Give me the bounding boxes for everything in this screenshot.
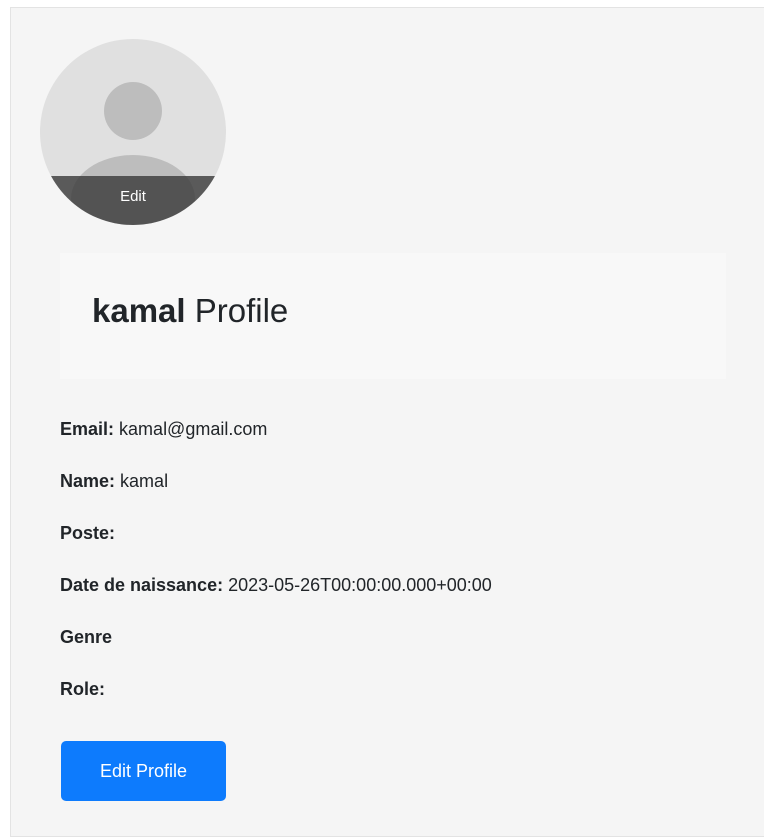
detail-value: 2023-05-26T00:00:00.000+00:00	[228, 575, 492, 595]
profile-header: kamal Profile	[60, 253, 726, 379]
avatar-edit-label: Edit	[120, 188, 146, 205]
avatar-edit-overlay[interactable]: Edit	[40, 176, 226, 225]
detail-poste: Poste:	[60, 522, 115, 544]
detail-value: kamal	[120, 471, 169, 491]
detail-label: Role:	[60, 679, 105, 699]
profile-card: Edit kamal Profile Email: kamal@gmail.co…	[10, 7, 764, 837]
detail-role: Role:	[60, 678, 105, 700]
detail-label: Poste:	[60, 523, 116, 543]
detail-label: Email:	[60, 419, 115, 439]
page-title: kamal Profile	[92, 291, 288, 331]
detail-value: kamal@gmail.com	[119, 419, 268, 439]
detail-genre: Genre	[60, 626, 112, 648]
profile-title-suffix: Profile	[194, 292, 289, 329]
edit-profile-button[interactable]: Edit Profile	[61, 741, 226, 801]
detail-label: Name:	[60, 471, 116, 491]
detail-date-de-naissance: Date de naissance: 2023-05-26T00:00:00.0…	[60, 574, 492, 596]
profile-username: kamal	[92, 292, 186, 329]
detail-label: Genre	[60, 627, 113, 647]
avatar[interactable]: Edit	[40, 39, 226, 225]
detail-label: Date de naissance:	[60, 575, 224, 595]
detail-email: Email: kamal@gmail.com	[60, 418, 267, 440]
detail-name: Name: kamal	[60, 470, 168, 492]
